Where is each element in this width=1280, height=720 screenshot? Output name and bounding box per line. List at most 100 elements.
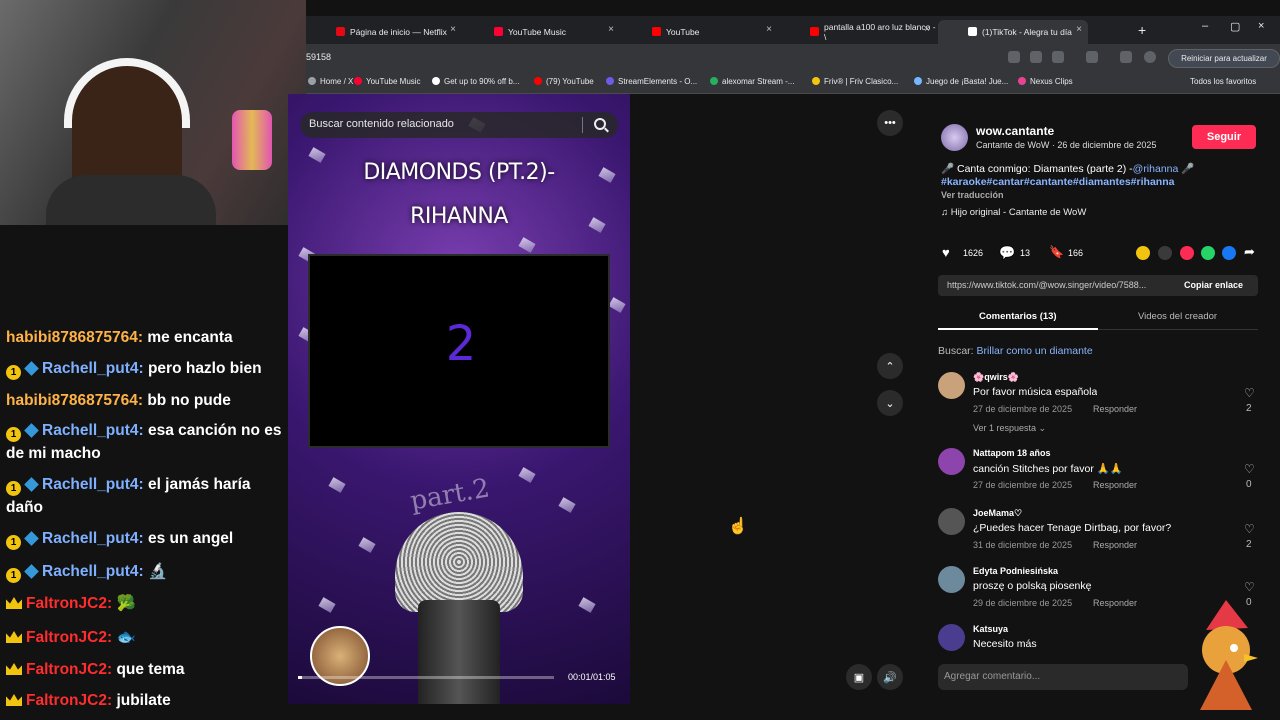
coin-badge-icon: 1 bbox=[6, 365, 21, 380]
browser-tab[interactable]: Página de inicio — Netflix × bbox=[306, 20, 462, 44]
creator-avatar[interactable] bbox=[941, 124, 968, 151]
close-icon[interactable]: × bbox=[608, 24, 614, 35]
media-icon[interactable] bbox=[1120, 51, 1132, 63]
bookmark-item[interactable]: alexomar Stream -... bbox=[710, 77, 794, 86]
reply-button[interactable]: Responder bbox=[1093, 598, 1137, 608]
close-icon[interactable]: × bbox=[766, 24, 772, 35]
comment-avatar[interactable] bbox=[938, 624, 965, 651]
translate-icon[interactable] bbox=[1008, 51, 1020, 63]
restart-update-button[interactable]: Reiniciar para actualizar bbox=[1168, 49, 1280, 68]
comment-user[interactable]: Nattapom 18 años bbox=[973, 448, 1051, 458]
bookmark-item[interactable]: (79) YouTube bbox=[534, 77, 594, 86]
comment-text: canción Stitches por favor 🙏🙏 bbox=[973, 463, 1123, 475]
close-icon[interactable]: × bbox=[450, 24, 456, 35]
share-icon[interactable]: ➦ bbox=[1244, 244, 1255, 260]
minimize-icon[interactable]: – bbox=[1202, 20, 1208, 32]
close-icon[interactable]: × bbox=[924, 24, 930, 35]
comment-avatar[interactable] bbox=[938, 372, 965, 399]
chat-username: FaltronJC2: bbox=[26, 595, 113, 612]
browser-tab[interactable]: pantalla a100 aro luz blanco - \ × bbox=[780, 20, 936, 44]
comment-search[interactable]: Buscar: Brillar como un diamante bbox=[938, 345, 1093, 357]
caption-mention[interactable]: @rihanna bbox=[1133, 163, 1179, 175]
coin-share-icon[interactable] bbox=[1136, 246, 1150, 260]
comment-avatar[interactable] bbox=[938, 448, 965, 475]
chat-username: Rachell_put4: bbox=[42, 530, 144, 547]
comment-user[interactable]: 🌸qwirs🌸 bbox=[973, 372, 1019, 383]
bookmark-item[interactable]: Friv® | Friv Clasico... bbox=[812, 77, 898, 86]
related-search-input[interactable]: Buscar contenido relacionado bbox=[300, 112, 618, 138]
new-tab-button[interactable]: + bbox=[1138, 22, 1146, 38]
creator-handle[interactable]: wow.cantante bbox=[976, 124, 1054, 138]
reply-button[interactable]: Responder bbox=[1093, 480, 1137, 490]
tab-creator-videos[interactable]: Videos del creador bbox=[1138, 311, 1217, 322]
tab-title: Página de inicio — Netflix bbox=[350, 27, 447, 37]
reply-button[interactable]: Responder bbox=[1093, 404, 1137, 414]
window-close-icon[interactable]: × bbox=[1258, 20, 1264, 32]
all-bookmarks-button[interactable]: Todos los favoritos bbox=[1190, 77, 1256, 86]
bookmark-item[interactable]: Home / X bbox=[308, 77, 353, 86]
bookmark-favicon-icon bbox=[812, 77, 820, 85]
star-icon[interactable] bbox=[1052, 51, 1064, 63]
send-share-icon[interactable] bbox=[1180, 246, 1194, 260]
comment-avatar[interactable] bbox=[938, 566, 965, 593]
bookmark-item[interactable]: StreamElements - O... bbox=[606, 77, 697, 86]
profile-icon[interactable] bbox=[1144, 51, 1156, 63]
chat-username: Rachell_put4: bbox=[42, 563, 144, 580]
headphones bbox=[64, 58, 190, 128]
microphone-body bbox=[418, 600, 500, 704]
more-icon[interactable]: ••• bbox=[877, 110, 903, 136]
bookmark-item[interactable]: Juego de ¡Basta! Jue... bbox=[914, 77, 1008, 86]
embed-icon[interactable] bbox=[1158, 246, 1172, 260]
browser-tab[interactable]: YouTube Music × bbox=[464, 20, 620, 44]
caption-hashtags[interactable]: #karaoke#cantar#cantante#diamantes#rihan… bbox=[941, 176, 1174, 188]
bookmark-label: Get up to 90% off b... bbox=[444, 77, 520, 86]
bookmark-item[interactable]: YouTube Music bbox=[354, 77, 421, 86]
chat-text: que tema bbox=[116, 661, 185, 678]
video-title-line1: DIAMONDS (PT.2)- bbox=[363, 160, 555, 185]
cast-icon[interactable] bbox=[1030, 51, 1042, 63]
search-icon[interactable] bbox=[594, 118, 606, 130]
whatsapp-icon[interactable] bbox=[1201, 246, 1215, 260]
follow-button[interactable]: Seguir bbox=[1192, 125, 1256, 149]
comment-search-term[interactable]: Brillar como un diamante bbox=[977, 345, 1093, 357]
bookmark-icon[interactable]: 🔖 bbox=[1049, 245, 1064, 259]
tab-title: pantalla a100 aro luz blanco - \ bbox=[824, 22, 936, 42]
facebook-icon[interactable] bbox=[1222, 246, 1236, 260]
comment-user[interactable]: JoeMama♡ bbox=[973, 508, 1022, 519]
comment-user[interactable]: Katsuya bbox=[973, 624, 1008, 634]
comment-icon[interactable]: 💬 bbox=[999, 245, 1015, 261]
reply-button[interactable]: Responder bbox=[1093, 540, 1137, 550]
chevron-down-icon[interactable]: ⌄ bbox=[877, 390, 903, 416]
address-url[interactable]: 59158 bbox=[306, 52, 331, 62]
bookmark-item[interactable]: Nexus Clips bbox=[1018, 77, 1073, 86]
comment-avatar[interactable] bbox=[938, 508, 965, 535]
view-replies-button[interactable]: Ver 1 respuesta ⌄ bbox=[973, 423, 1046, 434]
tab-comments[interactable]: Comentarios (13) bbox=[979, 311, 1057, 322]
comment-user[interactable]: Edyta Podniesińska bbox=[973, 566, 1058, 576]
extensions-icon[interactable] bbox=[1086, 51, 1098, 63]
address-bar[interactable]: 59158 Reiniciar para actualizar bbox=[306, 44, 1280, 72]
chat-message: habibi8786875764: me encanta bbox=[6, 326, 282, 349]
add-comment-input[interactable]: Agregar comentario... bbox=[938, 664, 1188, 690]
chevron-up-icon[interactable]: ⌃ bbox=[877, 353, 903, 379]
chat-username: FaltronJC2: bbox=[26, 692, 113, 709]
comment-heart-icon[interactable]: ♡ bbox=[1244, 522, 1255, 536]
comment-heart-icon[interactable]: ♡ bbox=[1244, 462, 1255, 476]
sound-row[interactable]: ♫ Hijo original - Cantante de WoW bbox=[941, 207, 1086, 218]
sound-name[interactable]: Hijo original - Cantante de WoW bbox=[951, 207, 1087, 218]
comment-heart-icon[interactable]: ♡ bbox=[1244, 386, 1255, 400]
browser-tab[interactable]: YouTube × bbox=[622, 20, 778, 44]
bookmark-item[interactable]: Get up to 90% off b... bbox=[432, 77, 519, 86]
volume-icon[interactable]: 🔊 bbox=[877, 664, 903, 690]
see-translation-link[interactable]: Ver traducción bbox=[941, 190, 1004, 200]
pip-icon[interactable]: ▣ bbox=[846, 664, 872, 690]
close-icon[interactable]: × bbox=[1076, 24, 1082, 35]
video-progress-bar[interactable] bbox=[298, 676, 554, 679]
copy-link-button[interactable]: Copiar enlace bbox=[1184, 280, 1243, 290]
maximize-icon[interactable]: ▢ bbox=[1230, 20, 1240, 33]
cube-badge-icon bbox=[24, 531, 39, 546]
browser-tab[interactable]: (1)TikTok - Alegra tu día × bbox=[938, 20, 1088, 44]
heart-icon[interactable]: ♥ bbox=[942, 245, 950, 260]
bookmark-label: Nexus Clips bbox=[1030, 77, 1073, 86]
video-link-box[interactable]: https://www.tiktok.com/@wow.singer/video… bbox=[938, 275, 1258, 296]
